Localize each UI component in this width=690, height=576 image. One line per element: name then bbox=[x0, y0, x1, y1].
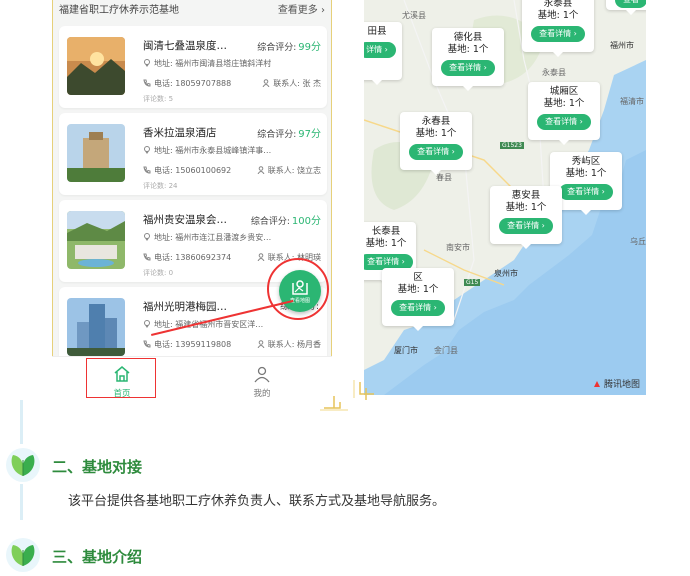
base-photo bbox=[67, 37, 125, 95]
base-reviews: 评论数: 0 bbox=[143, 269, 174, 277]
base-phone[interactable]: 电话: 15060100692 bbox=[143, 165, 231, 176]
map-place-label: 福州市 bbox=[610, 41, 634, 50]
map-place-label: 金门县 bbox=[434, 346, 458, 355]
road-label: G1523 bbox=[500, 142, 524, 149]
list-title: 福建省职工疗休养示范基地 bbox=[59, 4, 179, 16]
base-reviews: 评论数: 24 bbox=[143, 182, 178, 190]
view-details-button[interactable]: 查看详情 › bbox=[537, 114, 591, 130]
base-contact: 联系人: 杨月香 bbox=[257, 339, 321, 350]
base-reviews: 评论数: 5 bbox=[143, 95, 174, 103]
map-brand: 腾讯地图 bbox=[593, 377, 640, 390]
view-details-button[interactable]: 详情 › bbox=[364, 42, 396, 58]
base-card-1[interactable]: 闽清七叠温泉度… 综合评分: 99分 地址: 福州市闽清县塔庄镇斜洋村 电话: 1… bbox=[59, 26, 327, 108]
map-place-label: 福清市 bbox=[620, 97, 644, 106]
section-body-text: 该平台提供各基地职工疗休养负责人、联系方式及基地导航服务。 bbox=[68, 494, 446, 509]
annotation-box bbox=[86, 358, 156, 398]
view-details-button[interactable]: 查看 bbox=[615, 0, 646, 8]
user-icon bbox=[254, 366, 270, 383]
phone-icon bbox=[143, 79, 151, 87]
location-icon bbox=[144, 59, 150, 67]
base-phone[interactable]: 电话: 13959119808 bbox=[143, 339, 231, 350]
base-phone[interactable]: 电话: 13860692374 bbox=[143, 252, 231, 263]
section-title: 三、基地介绍 bbox=[52, 548, 143, 566]
annotation-circle bbox=[267, 258, 329, 320]
base-address: 地址: 福州市闽清县塔庄镇斜洋村 bbox=[143, 58, 271, 69]
tab-mine[interactable]: 我的 bbox=[192, 357, 332, 403]
base-score: 综合评分: 97分 bbox=[257, 129, 321, 140]
map-callout-yongchun[interactable]: 永春县 基地: 1个 查看详情 › bbox=[400, 112, 472, 175]
section-heading-3: 三、基地介绍 bbox=[0, 536, 690, 576]
phone-screenshot: 福建省职工疗休养示范基地 查看更多 › 闽清七叠温泉度… 综合评分: 99分 地址… bbox=[52, 0, 332, 402]
map-place-label: 乌丘 bbox=[630, 237, 646, 246]
base-title: 福州贵安温泉会… bbox=[143, 214, 227, 226]
base-contact: 联系人: 饶立志 bbox=[257, 165, 321, 176]
base-address: 地址: 福州市连江县潘渡乡贵安… bbox=[143, 232, 271, 243]
map-place-label: 泉州市 bbox=[494, 269, 518, 278]
map-place-label: 厦门市 bbox=[394, 346, 418, 355]
map-place-label: 尤溪县 bbox=[402, 11, 426, 20]
base-title: 福州光明港梅园… bbox=[143, 301, 227, 313]
view-details-button[interactable]: 查看详情 › bbox=[441, 60, 495, 76]
base-title: 闽清七叠温泉度… bbox=[143, 40, 227, 52]
view-details-button[interactable]: 查看详情 › bbox=[409, 144, 463, 160]
map-callout-partial-top[interactable]: 查看 bbox=[606, 0, 646, 15]
base-contact: 联系人: 张 杰 bbox=[262, 78, 321, 89]
road-label: G15 bbox=[464, 279, 481, 286]
section-vertical-bar bbox=[20, 484, 23, 520]
map-callout-dehua[interactable]: 德化县 基地: 1个 查看详情 › bbox=[432, 28, 504, 91]
section-title: 二、基地对接 bbox=[52, 458, 143, 476]
decorative-corner bbox=[320, 380, 374, 411]
person-icon bbox=[262, 79, 270, 87]
view-details-button[interactable]: 查看详情 › bbox=[559, 184, 613, 200]
base-title: 香米拉温泉酒店 bbox=[143, 127, 217, 139]
view-details-button[interactable]: 查看详情 › bbox=[499, 218, 553, 234]
see-more-link[interactable]: 查看更多 › bbox=[278, 1, 325, 16]
map-brand-icon bbox=[593, 381, 600, 387]
leaf-icon bbox=[6, 448, 40, 482]
location-icon bbox=[144, 146, 150, 154]
base-photo bbox=[67, 211, 125, 269]
view-details-button[interactable]: 查看详情 › bbox=[391, 300, 445, 316]
map-place-label: 南安市 bbox=[446, 243, 470, 252]
person-icon bbox=[257, 166, 265, 174]
phone-icon bbox=[143, 253, 151, 261]
base-score: 综合评分: 99分 bbox=[257, 42, 321, 53]
base-address: 地址: 福州市永泰县城峰镇洋事… bbox=[143, 145, 271, 156]
section-heading-2: 二、基地对接 bbox=[0, 446, 690, 486]
base-photo bbox=[67, 124, 125, 182]
base-photo bbox=[67, 298, 125, 356]
person-icon bbox=[257, 340, 265, 348]
location-icon bbox=[144, 320, 150, 328]
map-callout-partial[interactable]: 田县 详情 › bbox=[364, 22, 402, 85]
location-icon bbox=[144, 233, 150, 241]
map-callout-yongtai[interactable]: 永泰县 基地: 1个 查看详情 › bbox=[522, 0, 594, 57]
base-phone[interactable]: 电话: 18059707888 bbox=[143, 78, 231, 89]
phone-icon bbox=[143, 166, 151, 174]
map-screenshot[interactable]: 尤溪县 永泰县 福州市 福清市 南安市 泉州市 厦门市 金门县 乌丘 G1523… bbox=[364, 0, 646, 395]
phone-icon bbox=[143, 340, 151, 348]
view-details-button[interactable]: 查看详情 › bbox=[531, 26, 585, 42]
base-score: 综合评分: 100分 bbox=[250, 216, 321, 227]
tab-mine-label: 我的 bbox=[253, 389, 271, 399]
list-header: 福建省职工疗休养示范基地 查看更多 › bbox=[59, 0, 325, 16]
person-icon bbox=[257, 253, 265, 261]
map-callout-district[interactable]: 区基地: 1个 查看详情 › bbox=[382, 268, 454, 331]
map-callout-huian[interactable]: 惠安县 基地: 1个 查看详情 › bbox=[490, 186, 562, 249]
map-callout-chengxiang[interactable]: 城厢区 基地: 1个 查看详情 › bbox=[528, 82, 600, 145]
section-vertical-bar bbox=[20, 400, 23, 444]
map-place-label: 永泰县 bbox=[542, 68, 566, 77]
base-card-2[interactable]: 香米拉温泉酒店 综合评分: 97分 地址: 福州市永泰县城峰镇洋事… 电话: 15… bbox=[59, 113, 327, 195]
leaf-icon bbox=[6, 538, 40, 572]
